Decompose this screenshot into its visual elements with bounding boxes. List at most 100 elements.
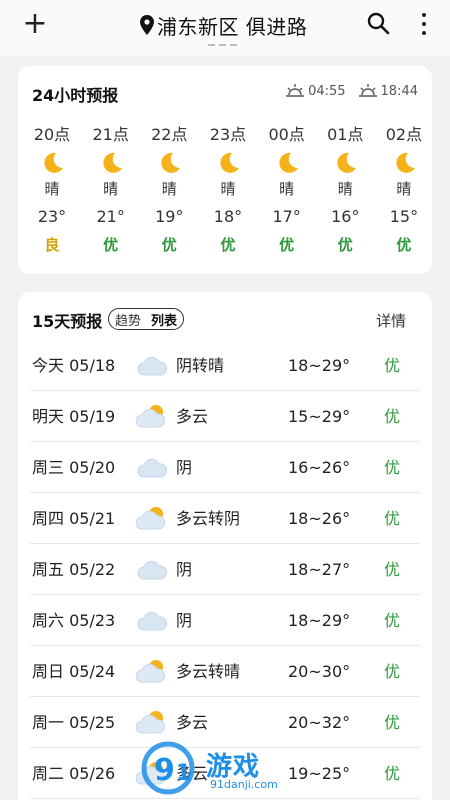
hour-time: 22点 (151, 125, 188, 144)
hourly-list[interactable]: 20点 晴 23° 良 21点 晴 21° 优 22点 晴 19° 优 23点 … (18, 124, 432, 256)
moon-icon (44, 152, 63, 173)
hour-time: 01点 (327, 125, 364, 144)
day-condition: 多云转阴 (176, 509, 241, 528)
location-name: 浦东新区 俱进路 (157, 14, 308, 39)
daily-row[interactable]: 周四 05/21 多云转阴 18~26° 优 (30, 493, 420, 544)
watermark-site: 91danji.com (210, 778, 278, 791)
daily-forecast-card: 15天预报 趋势 列表 详情 今天 05/18 阴转晴 18~29° 优明天 05/1… (18, 292, 432, 800)
hour-item: 22点 晴 19° 优 (141, 124, 197, 256)
hour-aqi: 优 (337, 236, 353, 254)
hourly-forecast-card: 24小时预报 04:55 18:44 20点 晴 23° 良 21点 晴 21°… (18, 66, 432, 274)
svg-text:1: 1 (176, 761, 191, 786)
hour-item: 23点 晴 18° 优 (200, 124, 256, 256)
hour-aqi: 优 (103, 236, 119, 254)
top-bar: + 浦东新区 俱进路 (0, 0, 450, 56)
daily-title: 15天预报 (32, 312, 103, 331)
partly-cloudy-icon (136, 711, 165, 734)
cloud-icon (137, 356, 167, 376)
hour-condition: 晴 (279, 180, 295, 198)
view-toggle[interactable]: 趋势 列表 (108, 308, 185, 330)
cloud-icon (137, 458, 167, 478)
hour-item: 00点 晴 17° 优 (259, 124, 315, 256)
hour-item: 21点 晴 21° 优 (83, 124, 139, 256)
hour-aqi: 良 (44, 236, 60, 254)
day-temp-range: 18~26° (288, 509, 351, 528)
hour-time: 02点 (385, 125, 423, 144)
hour-time: 23点 (209, 125, 247, 144)
hour-temp: 16° (331, 207, 360, 226)
hour-temp: 18° (213, 207, 243, 226)
hour-condition: 晴 (337, 180, 353, 198)
sunset-icon (358, 84, 377, 97)
watermark: 9 1 游戏 91danji.com (140, 740, 300, 800)
daily-list: 今天 05/18 阴转晴 18~29° 优明天 05/19 多云 15~29° 优周三 05… (30, 340, 420, 799)
day-aqi: 优 (384, 662, 401, 681)
day-aqi: 优 (384, 713, 401, 732)
daily-row[interactable]: 今天 05/18 阴转晴 18~29° 优 (30, 340, 420, 391)
watermark-logo-icon: 9 1 (141, 741, 195, 795)
day-temp-range: 15~29° (288, 407, 351, 426)
day-condition: 多云 (176, 407, 209, 426)
hour-condition: 晴 (161, 180, 177, 198)
details-link[interactable]: 详情 (376, 310, 406, 331)
day-condition: 阴 (176, 560, 193, 579)
search-icon[interactable] (366, 11, 390, 35)
sunrise-icon (286, 84, 305, 97)
day-date: 周五 05/22 (32, 560, 116, 579)
day-date: 周四 05/21 (32, 509, 116, 528)
day-aqi: 优 (384, 407, 401, 426)
location-header[interactable]: 浦东新区 俱进路 (140, 11, 307, 39)
day-aqi: 优 (384, 560, 401, 579)
hour-item: 20点 晴 23° 良 (24, 124, 80, 256)
day-aqi: 优 (384, 458, 401, 477)
page-indicator (208, 44, 237, 46)
day-date: 周二 05/26 (32, 764, 116, 783)
day-aqi: 优 (384, 509, 401, 528)
cloud-icon (137, 611, 167, 631)
hourly-title: 24小时预报 (32, 86, 119, 105)
day-date: 周三 05/20 (32, 458, 116, 477)
hour-temp: 23° (37, 207, 67, 226)
hour-time: 20点 (33, 125, 71, 144)
day-temp-range: 16~26° (288, 458, 351, 477)
day-condition: 阴 (176, 611, 193, 630)
day-date: 周六 05/23 (32, 611, 116, 630)
day-temp-range: 18~29° (288, 611, 351, 630)
day-date: 今天 05/18 (32, 356, 116, 375)
hour-aqi: 优 (279, 236, 295, 254)
moon-icon (337, 152, 357, 173)
hour-temp: 15° (389, 207, 419, 226)
hour-aqi: 优 (220, 236, 236, 254)
hour-condition: 晴 (103, 180, 119, 198)
location-pin-icon (140, 15, 154, 35)
sunrise-time: 04:55 (308, 83, 346, 99)
add-city-button[interactable]: + (22, 9, 48, 39)
hour-temp: 21° (96, 207, 125, 226)
day-temp-range: 18~27° (288, 560, 351, 579)
day-condition: 阴转晴 (176, 356, 225, 375)
day-aqi: 优 (384, 356, 401, 375)
daily-row[interactable]: 周三 05/20 阴 16~26° 优 (30, 442, 420, 493)
sunset-time: 18:44 (380, 83, 418, 99)
hour-temp: 17° (272, 207, 301, 226)
hour-condition: 晴 (220, 180, 236, 198)
partly-cloudy-icon (136, 660, 165, 683)
partly-cloudy-icon (136, 507, 165, 530)
hour-item: 02点 晴 15° 优 (376, 124, 432, 256)
moon-icon (161, 152, 181, 173)
more-menu-icon[interactable] (416, 11, 432, 37)
daily-row[interactable]: 周五 05/22 阴 18~27° 优 (30, 544, 420, 595)
moon-icon (396, 152, 415, 173)
day-date: 明天 05/19 (32, 407, 116, 426)
hour-item: 01点 晴 16° 优 (317, 124, 373, 256)
sun-times: 04:55 18:44 (285, 83, 418, 99)
daily-row[interactable]: 明天 05/19 多云 15~29° 优 (30, 391, 420, 442)
hour-time: 00点 (268, 125, 305, 144)
daily-row[interactable]: 周日 05/24 多云转晴 20~30° 优 (30, 646, 420, 697)
moon-icon (279, 152, 298, 173)
daily-row[interactable]: 周六 05/23 阴 18~29° 优 (30, 595, 420, 646)
day-aqi: 优 (384, 764, 401, 783)
toggle-trend[interactable]: 趋势 (115, 310, 141, 329)
toggle-list[interactable]: 列表 (151, 310, 177, 329)
cloud-icon (137, 560, 167, 580)
